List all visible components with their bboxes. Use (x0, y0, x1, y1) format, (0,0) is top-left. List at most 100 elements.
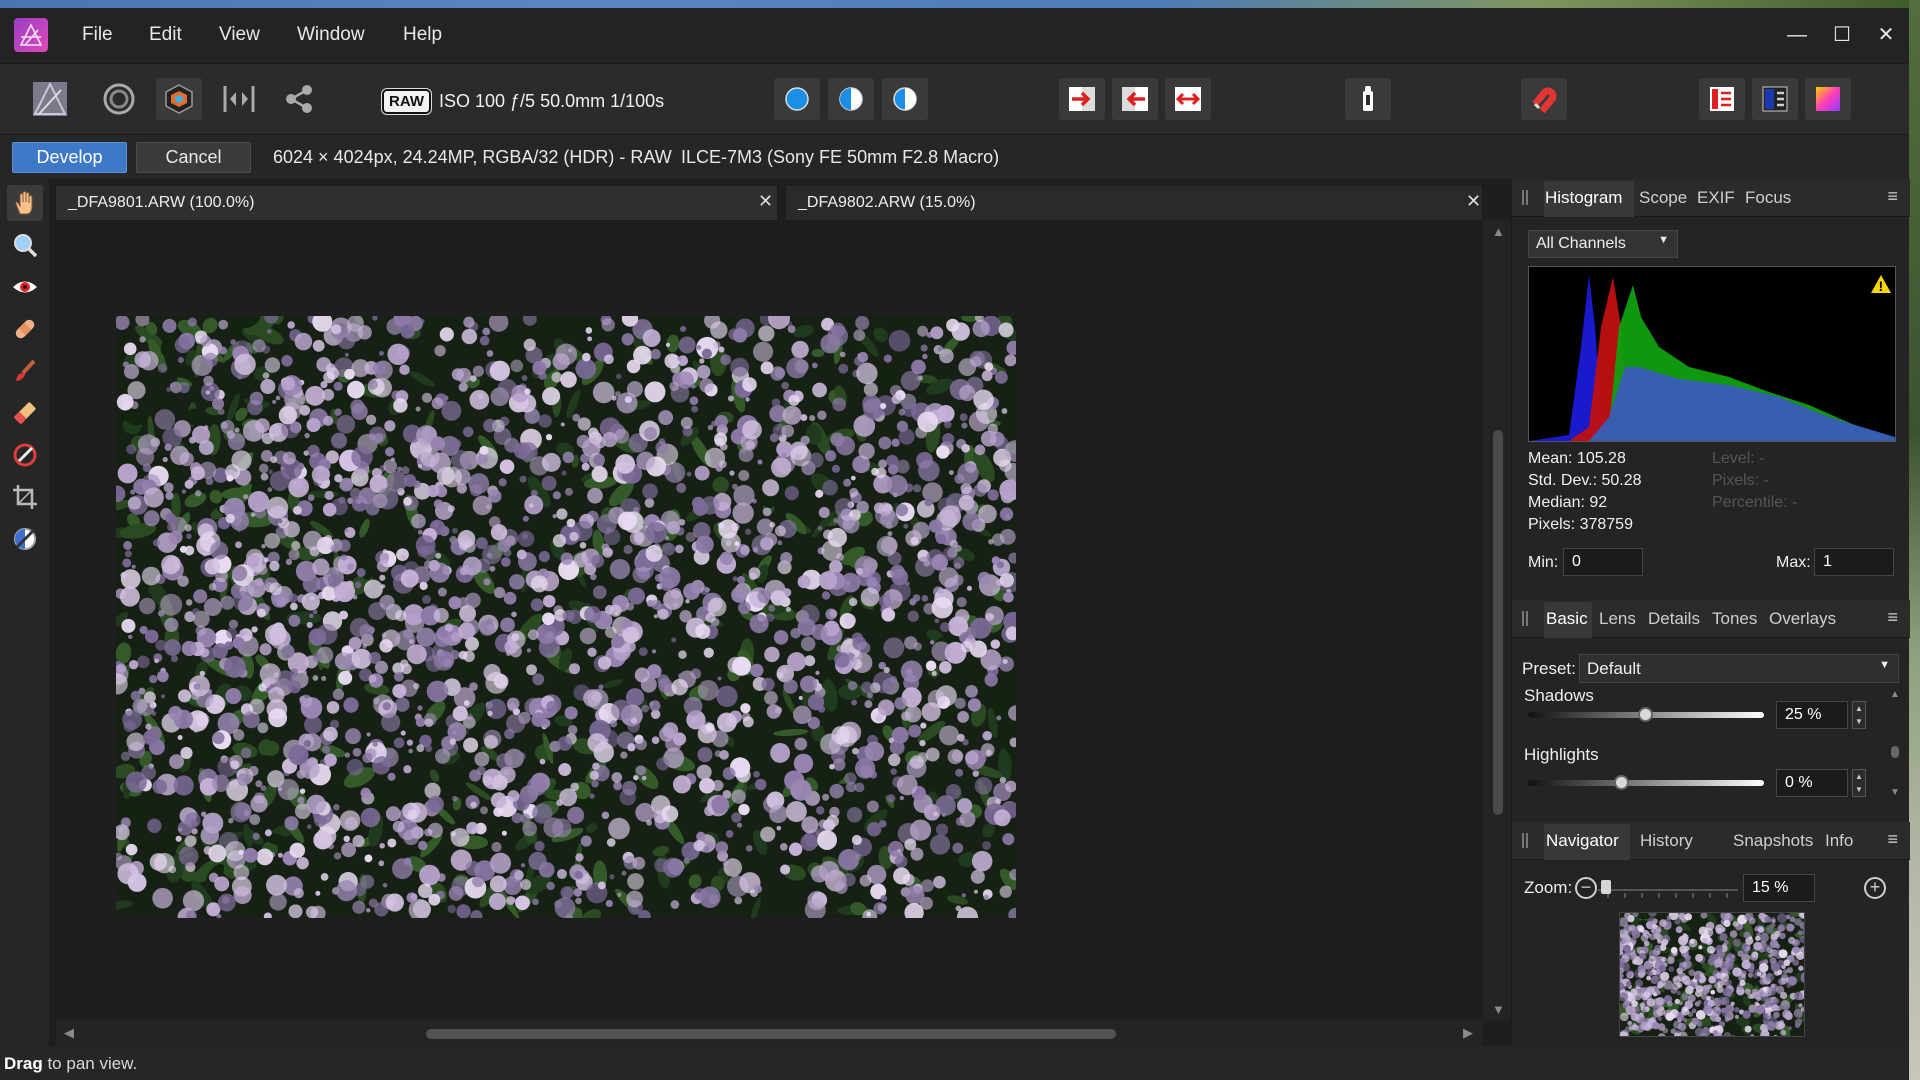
split-view-mirror-icon[interactable] (1165, 78, 1211, 120)
document-canvas[interactable] (56, 220, 1483, 1020)
tab-tones[interactable]: Tones (1712, 609, 1757, 629)
horizontal-scroll-thumb[interactable] (426, 1029, 1116, 1039)
highlights-slider[interactable] (1528, 775, 1764, 790)
hist-median: Median: 92 (1528, 494, 1608, 511)
menu-view[interactable]: View (219, 24, 260, 46)
clipped-tones-icon[interactable] (774, 78, 820, 120)
panel-grip-icon[interactable] (1522, 190, 1528, 205)
scroll-up-icon[interactable]: ▲ (1492, 224, 1505, 239)
vertical-scrollbar[interactable]: ▲ ▼ (1483, 220, 1511, 1020)
affinity-photo-logo-icon[interactable] (14, 18, 48, 52)
color-mode-rgb-icon[interactable] (1699, 78, 1745, 120)
tab-exif[interactable]: EXIF (1697, 188, 1735, 208)
close-tab-1-icon[interactable]: ✕ (758, 191, 773, 212)
svg-text:!: ! (1879, 278, 1884, 294)
zoom-in-icon[interactable]: + (1864, 877, 1886, 899)
chevron-down-icon: ▼ (1879, 659, 1890, 671)
zoom-tool-icon[interactable] (7, 227, 43, 263)
basic-panel-scrollbar[interactable]: ▲ ▼ (1890, 689, 1900, 799)
gradient-tool-icon[interactable] (7, 437, 43, 473)
document-tab-1[interactable]: _DFA9801.ARW (100.0%) ✕ (56, 186, 778, 220)
tab-snapshots[interactable]: Snapshots (1733, 831, 1813, 851)
scroll-up-icon[interactable]: ▲ (1890, 689, 1900, 700)
zoom-slider[interactable] (1598, 880, 1738, 898)
zoom-slider-knob[interactable] (1601, 880, 1611, 894)
menu-file[interactable]: File (82, 24, 113, 46)
shadows-stepper[interactable]: ▲ ▼ (1852, 701, 1866, 729)
color-mode-gradient-icon[interactable] (1805, 78, 1851, 120)
cancel-button[interactable]: Cancel (136, 142, 251, 173)
photo-persona-icon[interactable] (27, 78, 73, 120)
develop-persona-icon[interactable] (156, 78, 202, 120)
min-field[interactable]: 0 (1563, 548, 1643, 576)
liquify-persona-icon[interactable] (96, 78, 142, 120)
tab-navigator[interactable]: Navigator (1546, 831, 1619, 851)
color-mode-split-icon[interactable] (1752, 78, 1798, 120)
max-field[interactable]: 1 (1814, 548, 1894, 576)
panel-scroll-thumb[interactable] (1891, 746, 1899, 758)
minimize-button[interactable]: — (1781, 20, 1813, 50)
zoom-out-icon[interactable]: − (1575, 877, 1597, 899)
brush-tool-icon[interactable] (7, 353, 43, 389)
split-view-left-icon[interactable] (1112, 78, 1158, 120)
channels-dropdown[interactable]: All Channels ▼ (1528, 230, 1678, 258)
panel-menu-icon[interactable]: ≡ (1887, 829, 1898, 850)
highlights-slider-knob[interactable] (1614, 775, 1630, 790)
scroll-right-icon[interactable]: ▶ (1463, 1025, 1473, 1041)
assistant-icon[interactable] (1345, 78, 1391, 120)
tab-info[interactable]: Info (1825, 831, 1853, 851)
maximize-button[interactable]: ☐ (1826, 20, 1858, 50)
shadows-slider[interactable] (1528, 707, 1764, 722)
share-icon[interactable] (276, 78, 322, 120)
close-tab-2-icon[interactable]: ✕ (1466, 191, 1481, 212)
scroll-left-icon[interactable]: ◀ (64, 1025, 74, 1041)
max-label: Max: (1776, 554, 1811, 571)
document-tab-2[interactable]: _DFA9802.ARW (15.0%) ✕ (786, 186, 1483, 220)
shadows-value-field[interactable]: 25 % (1776, 701, 1848, 729)
highlights-stepper[interactable]: ▲ ▼ (1852, 769, 1866, 797)
hist-level: Level: - (1712, 450, 1765, 467)
shadows-slider-knob[interactable] (1638, 707, 1653, 722)
status-text-rest: to pan view. (42, 1054, 138, 1073)
panel-menu-icon[interactable]: ≡ (1887, 186, 1898, 207)
menu-edit[interactable]: Edit (149, 24, 182, 46)
menu-window[interactable]: Window (297, 24, 365, 46)
panel-grip-icon[interactable] (1522, 833, 1528, 848)
close-window-button[interactable]: ✕ (1870, 20, 1902, 50)
tab-scope[interactable]: Scope (1639, 188, 1687, 208)
hand-tool-icon[interactable] (7, 185, 43, 221)
menu-help[interactable]: Help (403, 24, 442, 46)
preset-dropdown[interactable]: Default ▼ (1579, 654, 1899, 683)
tab-focus[interactable]: Focus (1745, 188, 1791, 208)
split-view-right-icon[interactable] (1059, 78, 1105, 120)
horizontal-scrollbar[interactable]: ◀ ▶ (56, 1020, 1483, 1046)
snapping-magnet-icon[interactable] (1521, 78, 1567, 120)
tab-overlays[interactable]: Overlays (1769, 609, 1836, 629)
panel-grip-icon[interactable] (1522, 611, 1528, 626)
tab-basic[interactable]: Basic (1546, 609, 1588, 629)
zoom-value-field[interactable]: 15 % (1743, 874, 1815, 902)
blemish-tool-icon[interactable] (7, 311, 43, 347)
panel-menu-icon[interactable]: ≡ (1887, 607, 1898, 628)
hist-mean: Mean: 105.28 (1528, 450, 1626, 467)
white-balance-tool-icon[interactable] (7, 521, 43, 557)
navigator-thumbnail[interactable] (1619, 912, 1805, 1037)
red-eye-tool-icon[interactable] (7, 269, 43, 305)
highlights-value-field[interactable]: 0 % (1776, 769, 1848, 797)
min-label: Min: (1528, 554, 1559, 571)
erase-brush-tool-icon[interactable] (7, 395, 43, 431)
vertical-scroll-thumb[interactable] (1493, 430, 1503, 815)
tab-lens[interactable]: Lens (1599, 609, 1636, 629)
develop-button[interactable]: Develop (12, 142, 127, 173)
tab-histogram[interactable]: Histogram (1545, 188, 1622, 208)
crop-tool-icon[interactable] (7, 479, 43, 515)
clipped-shadows-icon[interactable] (828, 78, 874, 120)
tab-history[interactable]: History (1640, 831, 1693, 851)
scroll-down-icon[interactable]: ▼ (1492, 1002, 1505, 1017)
tone-mapping-persona-icon[interactable] (216, 78, 262, 120)
hist-percentile: Percentile: - (1712, 494, 1798, 511)
clipped-highlights-icon[interactable] (882, 78, 928, 120)
desktop-background-top (0, 0, 1920, 8)
scroll-down-icon[interactable]: ▼ (1890, 787, 1900, 798)
tab-details[interactable]: Details (1648, 609, 1700, 629)
